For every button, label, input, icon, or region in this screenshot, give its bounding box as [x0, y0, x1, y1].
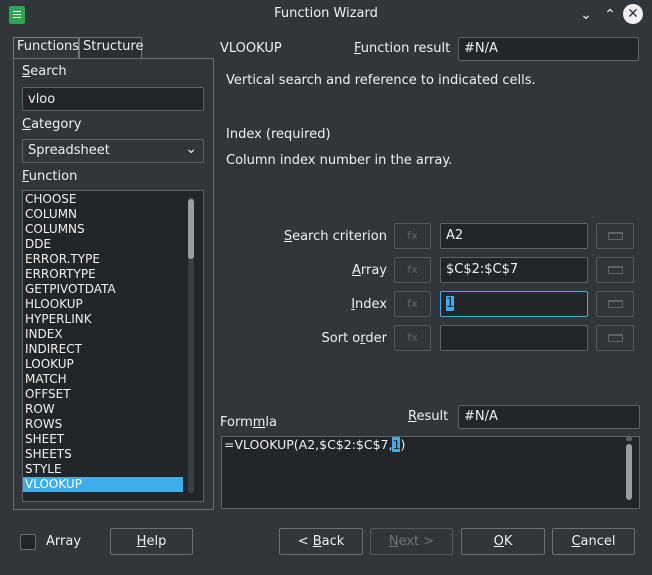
formula-label: Formmla — [220, 415, 277, 430]
function-list-item[interactable]: INDIRECT — [23, 342, 183, 357]
category-dropdown[interactable]: Spreadsheet ⌄ — [22, 139, 204, 163]
function-list-item[interactable]: HLOOKUP — [23, 297, 183, 312]
shrink-icon[interactable] — [596, 291, 634, 317]
function-fx-icon[interactable]: fx — [394, 291, 431, 317]
function-list-scroll-thumb[interactable] — [188, 199, 194, 259]
help-button[interactable]: Help — [110, 528, 193, 555]
function-list-item[interactable]: COLUMNS — [23, 222, 183, 237]
function-fx-icon[interactable]: fx — [394, 257, 431, 283]
formula-text-after: ) — [400, 437, 406, 452]
array-checkbox-label: Array — [46, 534, 82, 549]
shrink-icon[interactable] — [596, 325, 634, 351]
argument-input[interactable]: $C$2:$C$7 — [440, 257, 588, 283]
tab-functions[interactable]: Functions — [13, 37, 79, 59]
array-checkbox[interactable] — [20, 534, 36, 550]
close-icon[interactable]: ✕ — [623, 4, 643, 24]
ok-button[interactable]: OK — [461, 528, 545, 555]
function-name: VLOOKUP — [220, 41, 282, 56]
formula-scroll-up[interactable] — [626, 437, 632, 441]
function-list-item[interactable]: DDE — [23, 237, 183, 252]
function-list-item[interactable]: OFFSET — [23, 387, 183, 402]
cancel-button[interactable]: Cancel — [552, 528, 635, 555]
function-list-item[interactable]: MATCH — [23, 372, 183, 387]
formula-editor[interactable]: =VLOOKUP(A2,$C$2:$C$7,1) — [221, 436, 640, 509]
argument-label: Index — [351, 297, 387, 312]
argument-input[interactable]: A2 — [440, 223, 588, 249]
argument-label: Array — [351, 263, 387, 278]
argument-input[interactable]: 1 — [440, 291, 588, 317]
window-title: Function Wizard — [274, 6, 378, 21]
function-list-item[interactable]: ROWS — [23, 417, 183, 432]
shrink-icon[interactable] — [596, 257, 634, 283]
function-list-item[interactable]: VLOOKUP — [23, 477, 183, 492]
search-input[interactable] — [22, 87, 204, 111]
function-fx-icon[interactable]: fx — [394, 325, 431, 351]
function-list-item[interactable]: ERROR.TYPE — [23, 252, 183, 267]
function-list-item[interactable]: COLUMN — [23, 207, 183, 222]
formula-text: =VLOOKUP(A2,$C$2:$C$7,1) — [224, 437, 405, 452]
next-button[interactable]: Next > — [370, 528, 453, 555]
function-list-item[interactable]: HYPERLINK — [23, 312, 183, 327]
function-list-item[interactable]: ROW — [23, 402, 183, 417]
function-description: Vertical search and reference to indicat… — [226, 73, 536, 88]
formula-scrollbar[interactable] — [626, 444, 632, 500]
minimize-icon[interactable]: ⌄ — [576, 5, 596, 25]
result-label: Result — [408, 409, 449, 424]
maximize-icon[interactable]: ⌃ — [600, 5, 620, 25]
category-value: Spreadsheet — [28, 143, 110, 158]
function-list[interactable]: CHOOSE COLUMN COLUMNS DDE ERROR.TYPE ERRORTYP… — [22, 190, 204, 502]
category-label: Category — [22, 117, 82, 132]
argument-label: Search criterion — [283, 229, 387, 244]
function-result-field: #N/A — [458, 37, 639, 61]
function-list-item[interactable]: STYLE — [23, 462, 183, 477]
chevron-down-icon: ⌄ — [185, 141, 197, 157]
function-list-item[interactable]: ERRORTYPE — [23, 267, 183, 282]
function-label: Function — [22, 169, 78, 184]
argument-input[interactable] — [440, 325, 588, 351]
parameter-description: Column index number in the array. — [226, 153, 453, 168]
parameter-title: Index (required) — [226, 127, 331, 142]
shrink-icon[interactable] — [596, 223, 634, 249]
formula-text-before: =VLOOKUP(A2,$C$2:$C$7, — [224, 437, 393, 452]
search-label: Search — [22, 64, 67, 79]
function-list-item[interactable]: CHOOSE — [23, 192, 183, 207]
back-button[interactable]: < Back — [279, 528, 363, 555]
result-field: #N/A — [458, 405, 640, 429]
argument-label: Sort order — [321, 331, 387, 346]
tab-structure[interactable]: Structure — [79, 37, 143, 58]
function-list-item[interactable]: GETPIVOTDATA — [23, 282, 183, 297]
function-list-item[interactable]: INDEX — [23, 327, 183, 342]
function-list-item[interactable]: SHEET — [23, 432, 183, 447]
function-result-label: Function result — [354, 41, 451, 56]
function-list-item[interactable]: LOOKUP — [23, 357, 183, 372]
function-list-item[interactable]: SHEETS — [23, 447, 183, 462]
function-fx-icon[interactable]: fx — [394, 223, 431, 249]
